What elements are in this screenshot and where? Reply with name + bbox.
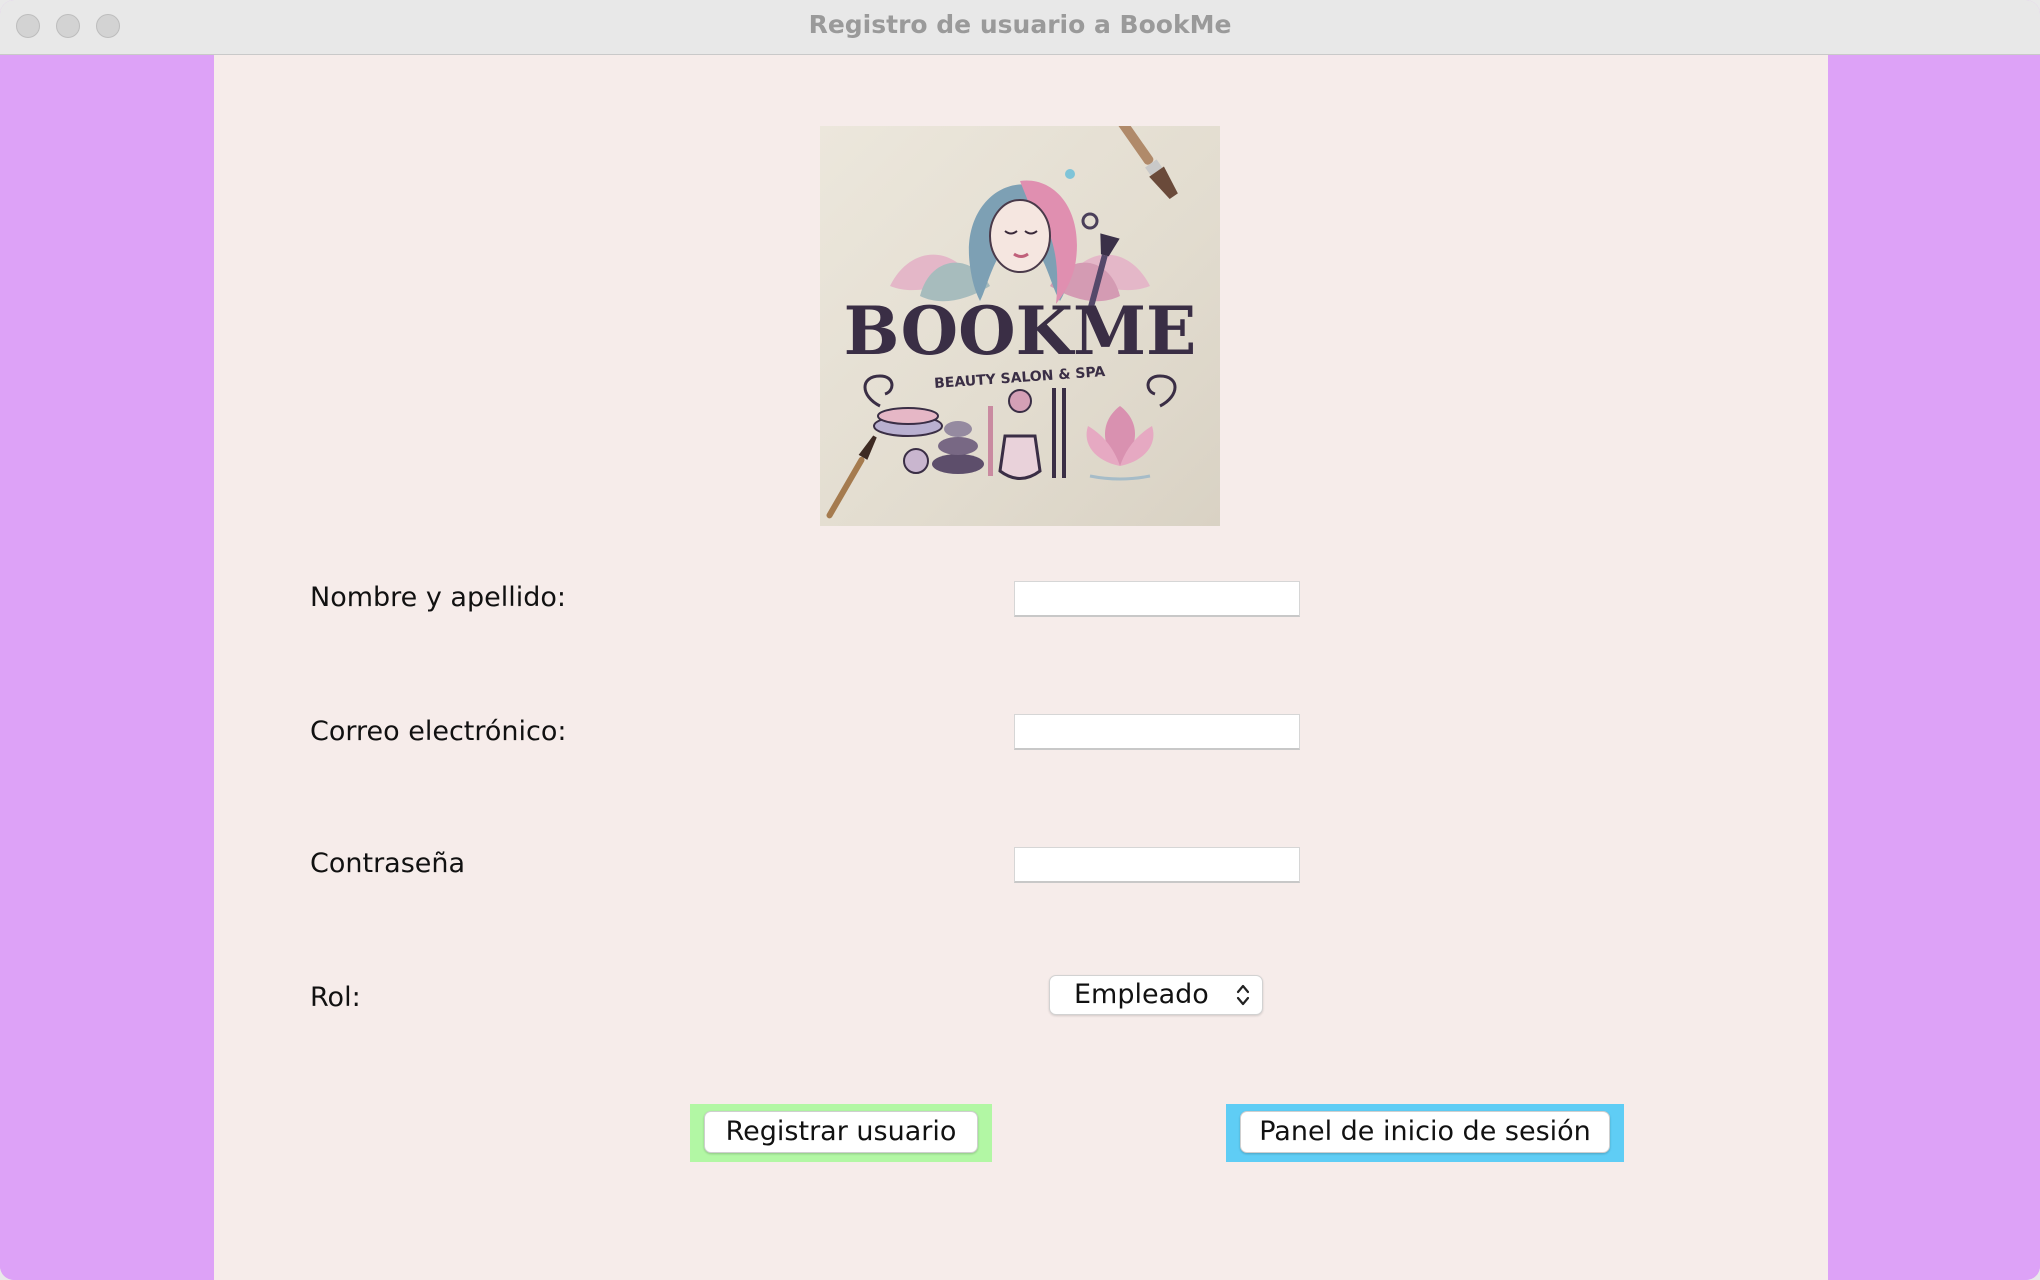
register-user-button[interactable]: Registrar usuario: [704, 1111, 978, 1153]
name-input[interactable]: [1014, 581, 1300, 617]
left-side-panel: [0, 55, 214, 1280]
role-select[interactable]: Empleado: [1049, 975, 1263, 1015]
login-panel-button[interactable]: Panel de inicio de sesión: [1240, 1111, 1610, 1153]
password-label: Contraseña: [310, 848, 466, 879]
bookme-logo: BOOKME BEAUTY SALON & SPA: [820, 126, 1220, 526]
select-chevrons-icon: [1236, 984, 1250, 1006]
role-selected-value: Empleado: [1074, 979, 1209, 1010]
email-input[interactable]: [1014, 714, 1300, 750]
role-label: Rol:: [310, 982, 361, 1013]
password-input[interactable]: [1014, 847, 1300, 883]
name-label: Nombre y apellido:: [310, 582, 566, 613]
window-title: Registro de usuario a BookMe: [808, 10, 1232, 39]
app-window: Registro de usuario a BookMe BOOKME BEAU…: [0, 0, 2040, 1280]
login-panel-button-frame: Panel de inicio de sesión: [1226, 1104, 1624, 1162]
register-button-frame: Registrar usuario: [690, 1104, 992, 1162]
bookme-logo-artwork: BOOKME BEAUTY SALON & SPA: [826, 126, 1197, 519]
title-bar: Registro de usuario a BookMe: [0, 0, 2040, 55]
email-label: Correo electrónico:: [310, 716, 567, 747]
right-side-panel: [1828, 55, 2040, 1280]
logo-brand-text: BOOKME: [844, 292, 1197, 370]
